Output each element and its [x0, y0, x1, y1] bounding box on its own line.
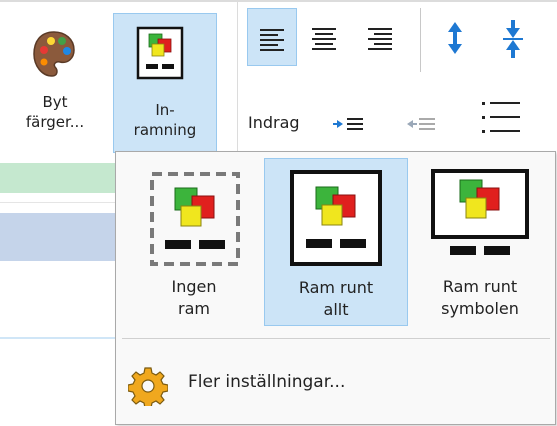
- background-divider-2: [0, 337, 130, 339]
- align-right-button[interactable]: [356, 8, 406, 66]
- align-center-button[interactable]: [300, 8, 350, 66]
- tool-separator: [420, 8, 421, 72]
- change-colors-label-2: färger...: [25, 113, 85, 131]
- gear-icon: [128, 367, 168, 406]
- arrows-expand-vertical-icon: [448, 22, 462, 54]
- frame-symbol-icon: [431, 169, 529, 255]
- arrows-compress-vertical-icon: [503, 20, 523, 58]
- ribbon-top-border: [0, 0, 557, 2]
- indent-label: Indrag: [248, 113, 300, 132]
- more-settings-button[interactable]: Fler inställningar...: [126, 364, 546, 406]
- group-separator: [237, 0, 238, 160]
- framing-dropdown-menu: Ingen ram Ram runt allt Ram runt symbole…: [115, 151, 556, 425]
- option-no-frame[interactable]: Ingen ram: [122, 158, 266, 326]
- background-divider: [0, 202, 130, 203]
- compress-vertical-button[interactable]: [488, 8, 538, 66]
- bullet-list-icon[interactable]: [478, 98, 528, 142]
- background-green-band: [0, 163, 130, 193]
- indent-increase-icon[interactable]: [333, 112, 377, 136]
- frame-icon: [136, 26, 184, 80]
- change-colors-label-1: Byt: [42, 93, 68, 111]
- palette-icon: [33, 31, 75, 77]
- option-no-frame-label-1: Ingen: [171, 277, 217, 296]
- option-frame-all-label-1: Ram runt: [298, 278, 374, 297]
- option-frame-symbol-label-1: Ram runt: [442, 277, 518, 296]
- dropdown-separator: [122, 338, 550, 339]
- framing-label-2: ramning: [133, 121, 197, 139]
- align-left-icon: [260, 29, 284, 51]
- framing-label-1: In-: [155, 101, 175, 119]
- ribbon: Byt färger... In- ramning Indrag: [0, 0, 557, 160]
- change-colors-button[interactable]: Byt färger...: [6, 6, 104, 146]
- frame-all-icon: [290, 170, 382, 266]
- option-frame-all[interactable]: Ram runt allt: [264, 158, 408, 326]
- align-left-button[interactable]: [247, 8, 297, 66]
- framing-button[interactable]: In- ramning: [113, 13, 217, 153]
- more-settings-label: Fler inställningar...: [188, 372, 346, 392]
- option-frame-all-label-2: allt: [323, 300, 349, 319]
- option-frame-symbol-label-2: symbolen: [441, 299, 519, 318]
- background-blue-band: [0, 213, 130, 261]
- no-frame-icon: [150, 172, 240, 266]
- indent-decrease-icon[interactable]: [405, 112, 449, 136]
- option-frame-symbol[interactable]: Ram runt symbolen: [408, 158, 552, 326]
- align-right-icon: [368, 28, 392, 50]
- align-center-icon: [312, 28, 336, 50]
- expand-vertical-button[interactable]: [430, 8, 480, 66]
- option-no-frame-label-2: ram: [178, 299, 210, 318]
